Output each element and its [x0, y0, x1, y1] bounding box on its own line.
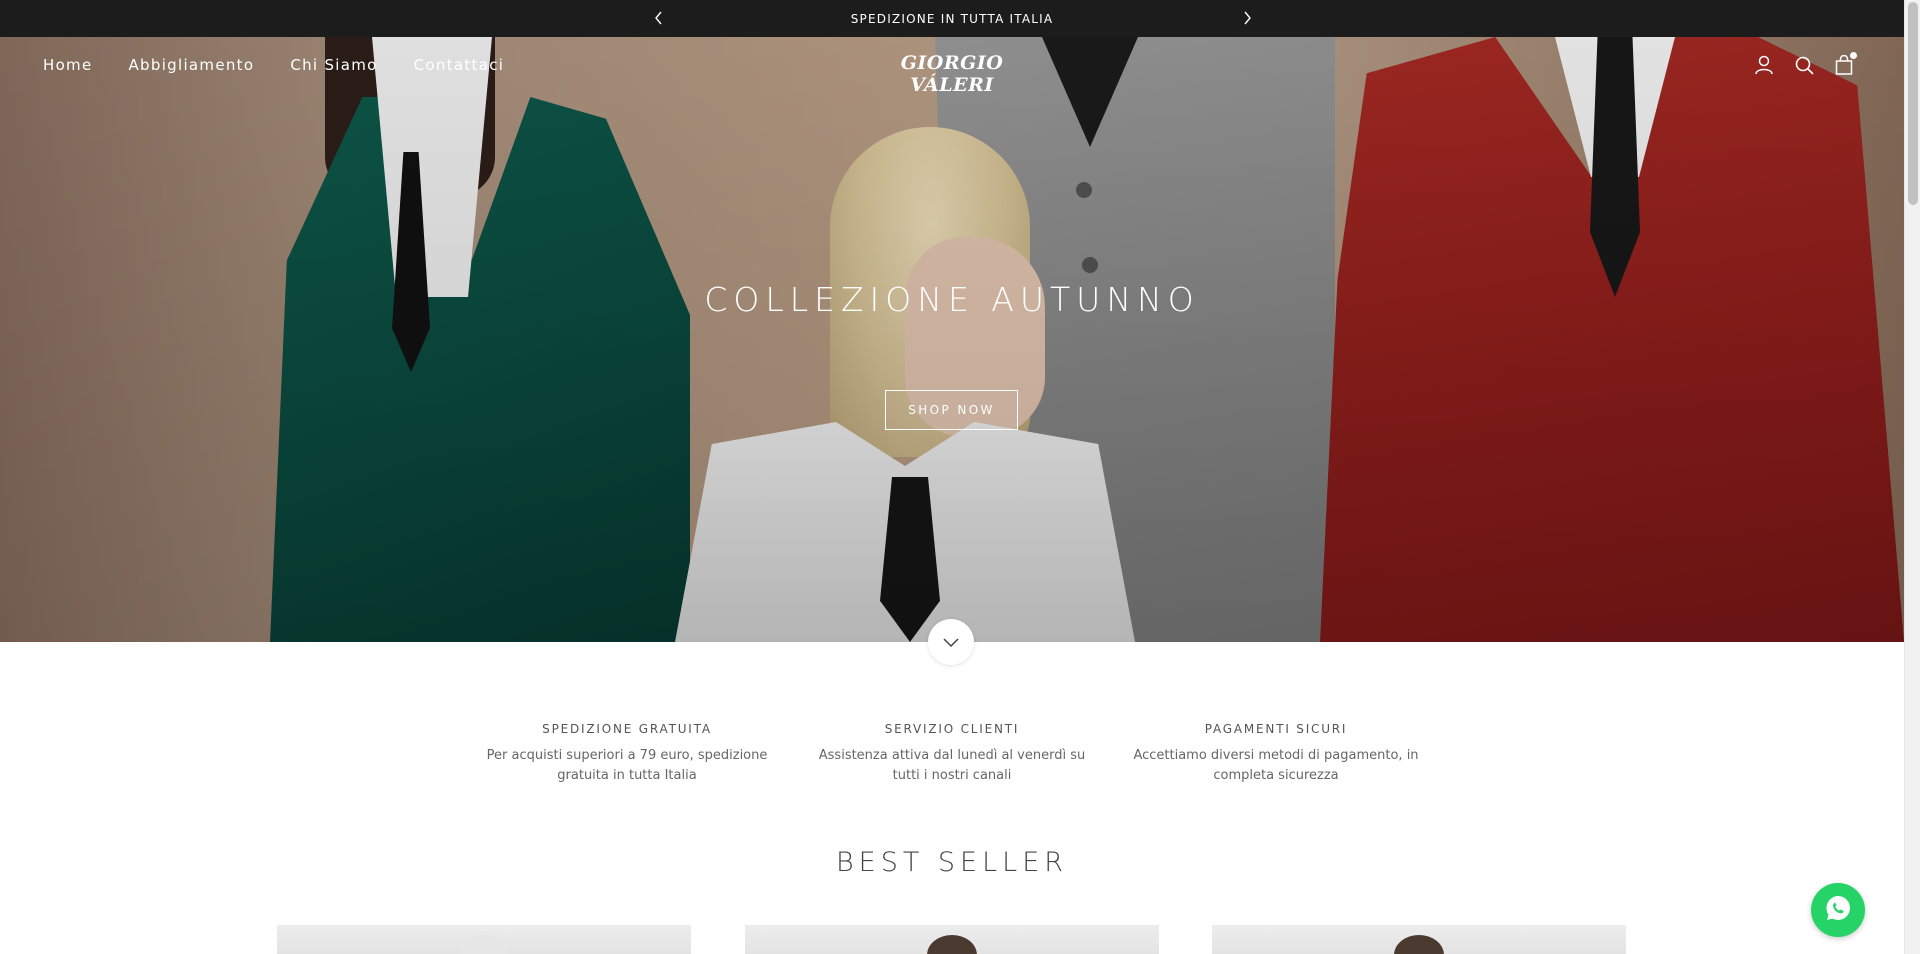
feature-title: SERVIZIO CLIENTI — [884, 722, 1020, 736]
nav-contattaci[interactable]: Contattaci — [414, 56, 505, 74]
chevron-left-icon[interactable] — [650, 9, 668, 27]
chevron-right-icon[interactable] — [1238, 9, 1256, 27]
product-image — [1394, 935, 1444, 954]
hero-title: COLLEZIONE AUTUNNO — [704, 280, 1200, 319]
nav-abbigliamento[interactable]: Abbigliamento — [129, 56, 255, 74]
hero-overlay — [0, 37, 1904, 642]
nav-chi-siamo[interactable]: Chi Siamo — [290, 56, 377, 74]
feature-item: PAGAMENTI SICURI Accettiamo diversi meto… — [1131, 722, 1421, 786]
feature-text: Accettiamo diversi metodi di pagamento, … — [1133, 748, 1419, 783]
scrollbar-thumb[interactable] — [1908, 2, 1918, 205]
account-icon[interactable] — [1754, 54, 1774, 76]
product-card[interactable] — [1212, 925, 1626, 954]
shop-now-button[interactable]: SHOP NOW — [885, 390, 1018, 430]
feature-item: SERVIZIO CLIENTI Assistenza attiva dal l… — [807, 722, 1097, 786]
search-icon[interactable] — [1794, 54, 1814, 76]
feature-text: Per acquisti superiori a 79 euro, spediz… — [486, 748, 768, 783]
scroll-down-button[interactable] — [928, 619, 974, 665]
cart-badge — [1850, 52, 1857, 59]
feature-title: PAGAMENTI SICURI — [1204, 722, 1348, 736]
cart-icon[interactable] — [1834, 52, 1857, 76]
announcement-text: SPEDIZIONE IN TUTTA ITALIA — [850, 11, 1054, 26]
page-scrollbar[interactable] — [1904, 0, 1920, 954]
product-card[interactable] — [745, 925, 1159, 954]
hero-banner: COLLEZIONE AUTUNNO SHOP NOW — [0, 37, 1904, 642]
feature-text: Assistenza attiva dal lunedì al venerdì … — [818, 748, 1086, 783]
chevron-down-icon — [943, 633, 959, 652]
product-card[interactable] — [277, 925, 691, 954]
site-header: Home Abbigliamento Chi Siamo Contattaci … — [0, 37, 1904, 96]
site-logo[interactable]: GIORGIO VÁLERI — [870, 52, 1034, 96]
best-seller-title: BEST SELLER — [835, 847, 1069, 878]
feature-title: SPEDIZIONE GRATUITA — [542, 722, 712, 736]
whatsapp-button[interactable] — [1811, 883, 1865, 937]
nav-home[interactable]: Home — [43, 56, 93, 74]
whatsapp-icon — [1823, 893, 1853, 927]
product-image — [927, 935, 977, 954]
main-nav: Home Abbigliamento Chi Siamo Contattaci — [43, 56, 504, 74]
announcement-bar: SPEDIZIONE IN TUTTA ITALIA — [0, 0, 1904, 37]
product-image — [459, 935, 509, 954]
header-icons — [1754, 52, 1857, 76]
feature-item: SPEDIZIONE GRATUITA Per acquisti superio… — [482, 722, 772, 786]
